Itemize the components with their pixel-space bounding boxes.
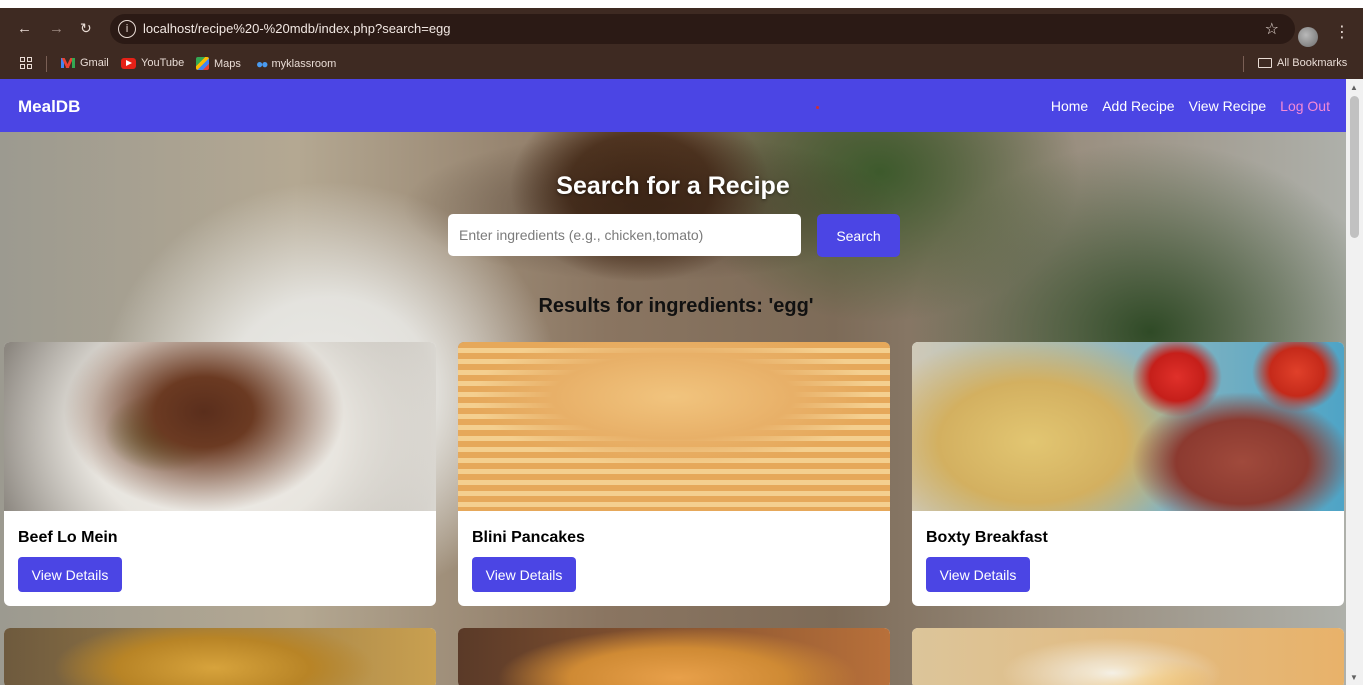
view-details-button[interactable]: View Details	[472, 557, 576, 592]
recipe-title: Beef Lo Mein	[18, 529, 118, 546]
bookmark-star-icon[interactable]: ☆	[1265, 19, 1279, 39]
recipe-card-partial	[912, 628, 1344, 685]
apps-grid-icon[interactable]	[20, 57, 32, 69]
recipe-card: Blini Pancakes View Details	[458, 342, 890, 606]
recipe-image	[912, 628, 1344, 685]
view-details-button[interactable]: View Details	[926, 557, 1030, 592]
nav-home-link[interactable]: Home	[1051, 98, 1088, 114]
all-bookmarks-label: All Bookmarks	[1277, 57, 1348, 69]
youtube-icon	[121, 57, 136, 69]
address-bar[interactable]: i localhost/recipe%20-%20mdb/index.php?s…	[110, 14, 1295, 44]
bookmark-label: myklassroom	[271, 58, 337, 70]
bookmark-label: YouTube	[141, 57, 185, 69]
red-dot-mark	[816, 106, 819, 109]
profile-avatar-icon[interactable]	[1298, 27, 1318, 47]
recipe-image-blini-pancakes	[458, 342, 890, 511]
site-brand[interactable]: MealDB	[18, 97, 80, 117]
maps-icon	[196, 57, 209, 70]
bookmark-youtube[interactable]: YouTube	[121, 57, 184, 69]
results-heading: Results for ingredients: 'egg'	[538, 295, 814, 317]
recipe-card: Beef Lo Mein View Details	[4, 342, 436, 606]
nav-add-recipe-link[interactable]: Add Recipe	[1102, 98, 1174, 114]
bookmarks-divider	[1243, 56, 1244, 72]
bookmarks-divider	[46, 56, 47, 72]
recipe-card-partial	[4, 628, 436, 685]
hero-background: Search for a Recipe Search Results for i…	[0, 132, 1346, 685]
site-info-icon[interactable]: i	[118, 20, 136, 38]
scrollbar-thumb[interactable]	[1350, 96, 1359, 238]
bookmark-gmail[interactable]: Gmail	[61, 57, 109, 69]
scroll-up-arrow-icon[interactable]: ▲	[1350, 83, 1358, 92]
back-arrow-icon[interactable]: ←	[17, 20, 32, 38]
view-details-button[interactable]: View Details	[18, 557, 122, 592]
recipe-image-beef-lo-mein	[4, 342, 436, 511]
page-scrollbar[interactable]: ▲ ▼	[1346, 79, 1363, 685]
nav-logout-link[interactable]: Log Out	[1280, 98, 1330, 114]
reload-icon[interactable]: ↻	[80, 20, 92, 38]
nav-links: Home Add Recipe View Recipe Log Out	[1051, 98, 1330, 114]
recipe-title: Boxty Breakfast	[926, 529, 1048, 546]
bookmark-label: Maps	[214, 57, 241, 70]
search-title: Search for a Recipe	[556, 172, 790, 200]
site-navbar: MealDB Home Add Recipe View Recipe Log O…	[0, 79, 1346, 132]
bookmark-label: Gmail	[80, 57, 109, 69]
all-bookmarks-button[interactable]: All Bookmarks	[1258, 57, 1347, 69]
folder-icon	[1258, 58, 1272, 68]
search-button[interactable]: Search	[817, 214, 900, 257]
recipe-image-boxty-breakfast	[912, 342, 1344, 511]
browser-toolbar: ← → ↻ i localhost/recipe%20-%20mdb/index…	[0, 8, 1363, 50]
recipe-image	[4, 628, 436, 685]
recipe-title: Blini Pancakes	[472, 529, 585, 546]
ingredient-search-input[interactable]	[448, 214, 801, 256]
bookmark-myklassroom[interactable]: ●● myklassroom	[256, 57, 336, 71]
scroll-down-arrow-icon[interactable]: ▼	[1350, 673, 1358, 682]
bookmarks-bar: Gmail YouTube Maps ●● myklassroom All Bo…	[0, 50, 1363, 79]
gmail-icon	[61, 58, 75, 68]
hero-food-image	[400, 132, 900, 282]
recipe-card: Boxty Breakfast View Details	[912, 342, 1344, 606]
nav-view-recipe-link[interactable]: View Recipe	[1189, 98, 1267, 114]
browser-menu-icon[interactable]: ⋮	[1334, 25, 1350, 41]
window-top-edge	[0, 0, 1363, 8]
myklassroom-icon: ●●	[256, 57, 268, 71]
bookmark-maps[interactable]: Maps	[196, 57, 241, 70]
recipe-image	[458, 628, 890, 685]
recipe-card-partial	[458, 628, 890, 685]
page-viewport: MealDB Home Add Recipe View Recipe Log O…	[0, 79, 1363, 685]
url-text[interactable]: localhost/recipe%20-%20mdb/index.php?sea…	[143, 21, 451, 36]
forward-arrow-icon[interactable]: →	[49, 20, 64, 38]
